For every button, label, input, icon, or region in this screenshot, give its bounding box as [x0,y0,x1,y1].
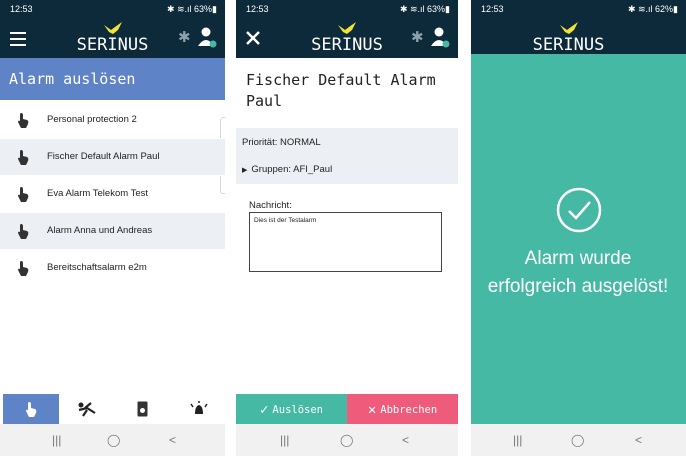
cancel-button[interactable]: ✕ Abbrechen [347,394,458,426]
alarm-item-label: Bereitschaftsalarm e2m [47,262,147,273]
hand-tap-icon [18,261,29,276]
cancel-button-label: Abbrechen [380,404,438,416]
nav-tab-alarms[interactable] [171,394,225,424]
system-navigation: ||| ◯ < [0,424,225,456]
nav-tab-alarm-trigger[interactable] [3,394,59,424]
alarm-detail-screen: 12:53 ✱ ≋.ıl 63%▮ SERINUS ✱ Fischer Defa… [236,0,458,456]
close-icon: ✕ [367,402,377,418]
home-button[interactable]: ◯ [107,433,120,447]
alarm-item-label: Eva Alarm Telekom Test [47,188,149,199]
alarm-list: Personal protection 2 Fischer Default Al… [0,102,225,287]
bird-logo-icon [338,22,356,34]
back-button[interactable]: < [402,433,409,447]
alarm-item[interactable]: Alarm Anna und Andreas [0,213,225,250]
expand-arrow-icon: ▶ [242,167,248,174]
system-navigation: ||| ◯ < [471,424,686,456]
success-check-icon [556,187,602,233]
success-message-line2: erfolgreich ausgelöst! [487,276,669,297]
status-bar: 12:53 ✱ ≋.ıl 63%▮ [0,0,225,18]
priority-text: Priorität: NORMAL [242,137,321,148]
bird-logo-icon [103,22,122,34]
alarm-item[interactable]: Fischer Default Alarm Paul [0,139,225,176]
back-button[interactable]: < [635,433,642,447]
recents-button[interactable]: ||| [52,433,61,447]
message-input[interactable]: Dies ist der Testalarm [249,212,442,272]
checkmark-icon: ✓ [259,402,269,418]
system-navigation: ||| ◯ < [236,424,458,456]
home-button[interactable]: ◯ [571,433,584,447]
alarm-item[interactable]: Eva Alarm Telekom Test [0,176,225,213]
user-status-icon[interactable] [197,26,217,48]
status-bar: 12:53 ✱ ≋.ıl 63%▮ [236,0,458,18]
app-bar: SERINUS ✱ [236,18,458,58]
home-button[interactable]: ◯ [340,433,353,447]
device-icon [137,401,148,417]
app-name: SERINUS [311,35,383,55]
bottom-navigation [0,394,225,424]
alarm-list-screen: 12:53 ✱ ≋.ıl 63%▮ SERINUS ✱ Alarm auslös… [0,0,225,456]
bluetooth-icon: ✱ [411,29,424,46]
status-time: 12:53 [481,4,504,14]
alarm-bell-icon [190,401,208,414]
trigger-button-label: Auslösen [272,404,323,416]
status-indicators: ✱ ≋.ıl 62%▮ [627,4,678,14]
app-logo: SERINUS [236,22,458,54]
groups-toggle[interactable]: ▶ Gruppen: AFI_Paul [242,164,332,175]
running-person-icon [78,402,96,417]
app-name: SERINUS [76,35,149,55]
app-logo: SERINUS [0,22,225,54]
hand-tap-icon [18,187,29,202]
status-bar: 12:53 ✱ ≋.ıl 62%▮ [471,0,686,18]
app-name: SERINUS [532,35,605,55]
message-label: Nachricht: [249,200,292,211]
groups-text: Gruppen: AFI_Paul [251,164,333,175]
success-message-line1: Alarm wurde [524,248,632,269]
alarm-item-label: Personal protection 2 [47,114,137,125]
alarm-info: Priorität: NORMAL ▶ Gruppen: AFI_Paul [236,128,458,184]
hand-tap-icon [18,150,29,165]
bird-logo-icon [559,22,578,34]
alarm-item-label: Fischer Default Alarm Paul [47,151,160,162]
page-title: Alarm auslösen [0,58,225,100]
status-time: 12:53 [10,4,33,14]
back-button[interactable]: < [169,433,176,447]
hand-tap-icon [18,224,29,239]
hand-tap-icon [18,113,29,128]
status-indicators: ✱ ≋.ıl 63%▮ [399,4,450,14]
recents-button[interactable]: ||| [513,433,522,447]
app-logo: SERINUS [471,22,686,54]
user-status-icon[interactable] [430,26,450,48]
nav-tab-man-down[interactable] [59,394,115,424]
recents-button[interactable]: ||| [280,433,289,447]
nav-tab-device[interactable] [115,394,171,424]
alarm-success-screen: 12:53 ✱ ≋.ıl 62%▮ SERINUS Alarm wurde er… [471,0,686,456]
trigger-button[interactable]: ✓ Auslösen [236,394,347,426]
alarm-item-label: Alarm Anna und Andreas [47,225,153,236]
bluetooth-icon: ✱ [178,29,191,46]
app-bar: SERINUS ✱ [0,18,225,58]
alarm-title: Fischer Default Alarm Paul [246,71,436,110]
alarm-item[interactable]: Bereitschaftsalarm e2m [0,250,225,287]
alarm-item[interactable]: Personal protection 2 [0,102,225,139]
status-time: 12:53 [246,4,269,14]
app-bar: SERINUS [471,18,686,54]
hand-tap-icon [26,402,37,417]
status-indicators: ✱ ≋.ıl 63%▮ [166,4,217,14]
